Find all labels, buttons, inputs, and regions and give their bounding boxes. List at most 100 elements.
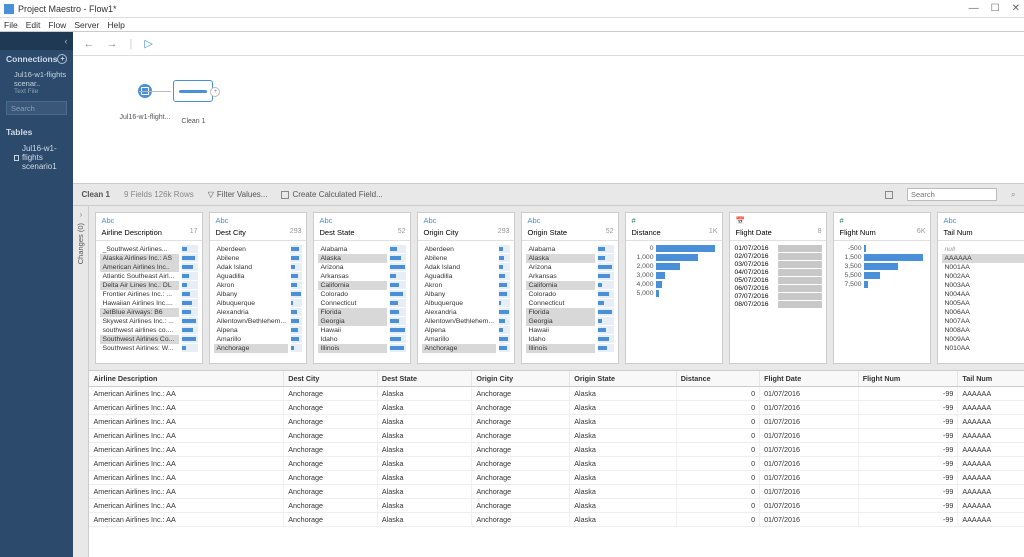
- field-type-icon[interactable]: Abc: [101, 216, 197, 225]
- field-type-icon[interactable]: Abc: [423, 216, 509, 225]
- histogram-bar[interactable]: 5,500: [840, 272, 924, 279]
- redo-button[interactable]: →: [106, 38, 117, 50]
- field-value[interactable]: Albany: [214, 290, 288, 299]
- field-value[interactable]: Alpena: [422, 326, 496, 335]
- datasource-node[interactable]: Jul16-w1-flight...: [119, 84, 170, 121]
- histogram-bar[interactable]: 5,000: [632, 290, 716, 297]
- view-toggle-button[interactable]: [885, 191, 893, 199]
- table-row[interactable]: American Airlines Inc.: AAAnchorageAlask…: [89, 443, 1024, 457]
- table-row[interactable]: American Airlines Inc.: AAAnchorageAlask…: [89, 471, 1024, 485]
- field-value[interactable]: Abilene: [214, 254, 288, 263]
- column-header[interactable]: Dest City: [284, 371, 378, 387]
- field-value[interactable]: Arizona: [318, 263, 387, 272]
- histogram-bar[interactable]: -500: [840, 245, 924, 252]
- field-value[interactable]: N002AA: [942, 272, 1024, 281]
- run-button[interactable]: ▷: [144, 37, 152, 50]
- field-value[interactable]: Akron: [214, 281, 288, 290]
- date-value[interactable]: 03/07/2016: [734, 261, 822, 268]
- field-value[interactable]: AAAAAA: [942, 254, 1024, 263]
- field-value[interactable]: JetBlue Airways: B6: [100, 308, 179, 317]
- table-row[interactable]: American Airlines Inc.: AAAnchorageAlask…: [89, 401, 1024, 415]
- field-value[interactable]: Anchorage: [214, 344, 288, 353]
- field-value[interactable]: null: [942, 245, 1024, 254]
- profile-search-input[interactable]: [907, 188, 997, 201]
- column-header[interactable]: Airline Description: [89, 371, 283, 387]
- field-value[interactable]: Hawaii: [526, 326, 595, 335]
- field-value[interactable]: Southwest Airlines Co...: [100, 335, 179, 344]
- field-value[interactable]: Alpena: [214, 326, 288, 335]
- date-value[interactable]: 07/07/2016: [734, 293, 822, 300]
- field-value[interactable]: Connecticut: [318, 299, 387, 308]
- field-value[interactable]: N009AA: [942, 335, 1024, 344]
- column-header[interactable]: Distance: [676, 371, 759, 387]
- add-step-button[interactable]: +: [210, 87, 220, 97]
- field-value[interactable]: Akron: [422, 281, 496, 290]
- field-value[interactable]: Skywest Airlines Inc.: ...: [100, 317, 179, 326]
- undo-button[interactable]: ←: [83, 38, 94, 50]
- column-header[interactable]: Flight Date: [760, 371, 859, 387]
- column-header[interactable]: Dest State: [377, 371, 471, 387]
- field-type-icon[interactable]: #: [631, 216, 717, 225]
- field-value[interactable]: Alabama: [318, 245, 387, 254]
- histogram-bar[interactable]: 1,500: [840, 254, 924, 261]
- field-value[interactable]: Illinois: [526, 344, 595, 353]
- field-value[interactable]: N004AA: [942, 290, 1024, 299]
- close-button[interactable]: ✕: [1012, 3, 1020, 14]
- field-value[interactable]: _Southwest Airlines...: [100, 245, 179, 254]
- table-row[interactable]: American Airlines Inc.: AAAnchorageAlask…: [89, 387, 1024, 401]
- table-row[interactable]: American Airlines Inc.: AAAnchorageAlask…: [89, 485, 1024, 499]
- sidebar-collapse[interactable]: ‹: [0, 32, 73, 50]
- clean-node[interactable]: + Clean 1: [173, 80, 213, 125]
- histogram-bar[interactable]: 7,500: [840, 281, 924, 288]
- field-value[interactable]: N003AA: [942, 281, 1024, 290]
- table-item[interactable]: Jul16-w1-flights scenario1: [0, 141, 73, 174]
- column-header[interactable]: Origin City: [472, 371, 570, 387]
- field-type-icon[interactable]: Abc: [943, 216, 1024, 225]
- histogram-bar[interactable]: 0: [632, 245, 716, 252]
- histogram-bar[interactable]: 2,000: [632, 263, 716, 270]
- field-value[interactable]: N006AA: [942, 308, 1024, 317]
- changes-pane-collapsed[interactable]: › Changes (0): [73, 206, 89, 557]
- field-value[interactable]: N007AA: [942, 317, 1024, 326]
- field-value[interactable]: Aberdeen: [422, 245, 496, 254]
- flow-canvas[interactable]: Jul16-w1-flight... + Clean 1: [73, 56, 1024, 184]
- field-value[interactable]: Colorado: [318, 290, 387, 299]
- histogram-bar[interactable]: 4,000: [632, 281, 716, 288]
- field-value[interactable]: Aguadilla: [422, 272, 496, 281]
- field-type-icon[interactable]: 📅: [735, 216, 821, 225]
- connection-item[interactable]: Jul16-w1-flights scenar.. Text File: [0, 68, 73, 97]
- field-value[interactable]: American Airlines Inc..: [100, 263, 179, 272]
- add-connection-button[interactable]: +: [57, 54, 67, 64]
- field-value[interactable]: Georgia: [526, 317, 595, 326]
- field-value[interactable]: Alaska Airlines Inc.: AS: [100, 254, 179, 263]
- field-value[interactable]: Amarillo: [214, 335, 288, 344]
- field-value[interactable]: Hawaii: [318, 326, 387, 335]
- field-value[interactable]: Albany: [422, 290, 496, 299]
- data-grid[interactable]: Airline DescriptionDest CityDest StateOr…: [89, 370, 1024, 557]
- field-value[interactable]: Allentown/Bethlehem...: [422, 317, 496, 326]
- date-value[interactable]: 05/07/2016: [734, 277, 822, 284]
- field-value[interactable]: Alaska: [318, 254, 387, 263]
- field-type-icon[interactable]: #: [839, 216, 925, 225]
- field-value[interactable]: Idaho: [318, 335, 387, 344]
- field-value[interactable]: Arkansas: [318, 272, 387, 281]
- field-value[interactable]: Adak Island: [422, 263, 496, 272]
- field-value[interactable]: Adak Island: [214, 263, 288, 272]
- field-value[interactable]: Aberdeen: [214, 245, 288, 254]
- field-value[interactable]: Albuquerque: [214, 299, 288, 308]
- field-value[interactable]: southwest airlines co....: [100, 326, 179, 335]
- field-value[interactable]: Georgia: [318, 317, 387, 326]
- profile-card[interactable]: Abc Airline Description17 _Southwest Air…: [95, 212, 203, 364]
- menu-edit[interactable]: Edit: [26, 20, 41, 30]
- field-value[interactable]: Allentown/Bethlehem...: [214, 317, 288, 326]
- profile-card[interactable]: 📅 Flight Date8 01/07/201602/07/201603/07…: [729, 212, 827, 364]
- field-type-icon[interactable]: Abc: [319, 216, 405, 225]
- table-row[interactable]: American Airlines Inc.: AAAnchorageAlask…: [89, 429, 1024, 443]
- field-value[interactable]: Alaska: [526, 254, 595, 263]
- column-header[interactable]: Origin State: [570, 371, 676, 387]
- maximize-button[interactable]: ☐: [991, 3, 1000, 14]
- table-row[interactable]: American Airlines Inc.: AAAnchorageAlask…: [89, 457, 1024, 471]
- profile-card[interactable]: # Distance1K 01,0002,0003,0004,0005,000: [625, 212, 723, 364]
- field-value[interactable]: California: [526, 281, 595, 290]
- histogram-bar[interactable]: 1,000: [632, 254, 716, 261]
